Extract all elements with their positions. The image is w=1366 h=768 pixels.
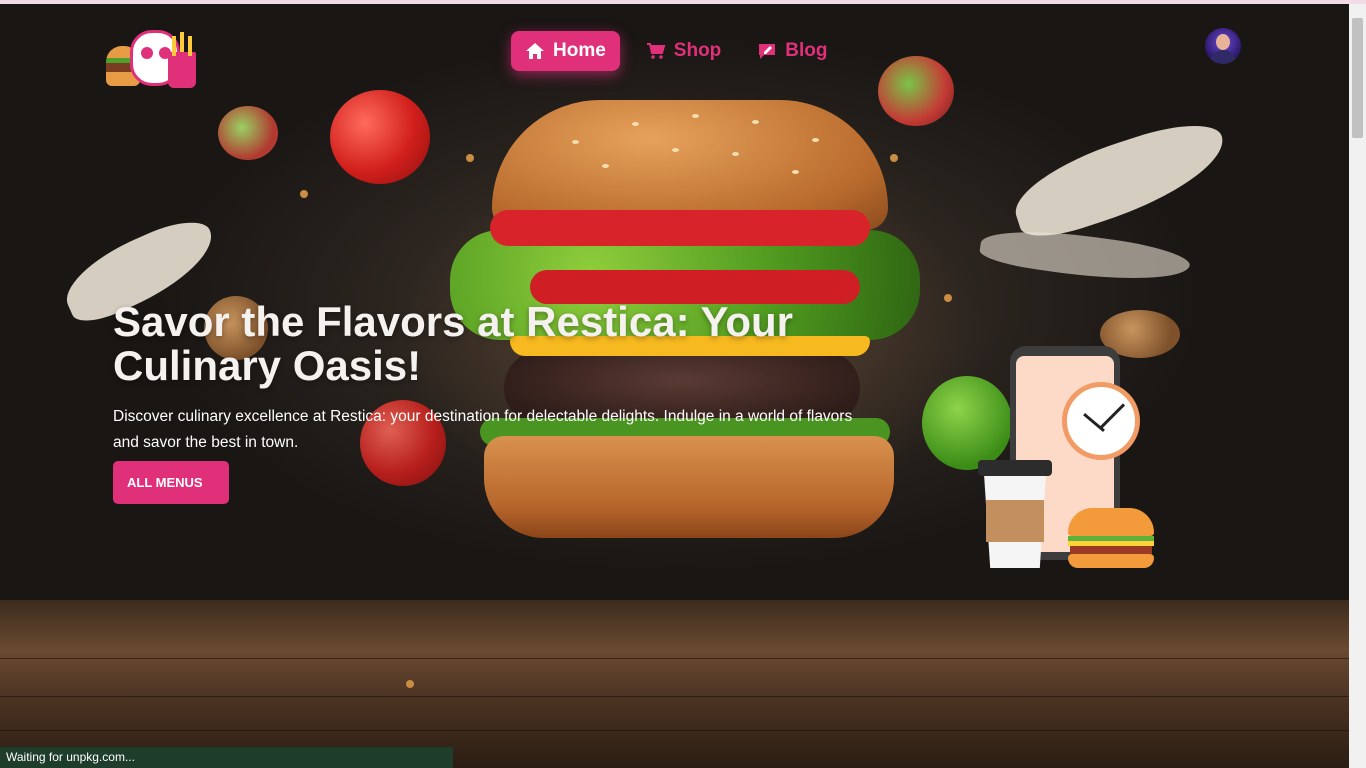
- tomato-decoration: [330, 90, 430, 184]
- coffee-cup-icon: [978, 460, 1052, 568]
- nav-blog-label: Blog: [785, 40, 828, 61]
- home-icon: [526, 43, 544, 59]
- nav-home[interactable]: Home: [511, 31, 620, 71]
- nav-home-label: Home: [553, 40, 606, 61]
- nav-blog[interactable]: Blog: [743, 31, 841, 71]
- nav-shop-label: Shop: [673, 40, 722, 61]
- crumb-decoration: [406, 680, 414, 688]
- user-avatar[interactable]: [1205, 28, 1241, 64]
- vegetable-decoration: [218, 106, 278, 160]
- main-nav: Home Shop Blog: [511, 31, 850, 71]
- table-plank-line: [0, 696, 1349, 697]
- hero-title: Savor the Flavors at Restica: Your Culin…: [113, 298, 794, 389]
- sauce-splash-decoration: [1004, 111, 1236, 247]
- scrollbar-thumb[interactable]: [1352, 18, 1363, 138]
- nav-shop[interactable]: Shop: [632, 31, 736, 71]
- table-plank-line: [0, 730, 1349, 731]
- all-menus-button[interactable]: ALL MENUS: [113, 461, 229, 504]
- hero-description: Discover culinary excellence at Restica:…: [113, 408, 853, 451]
- tomato-layer: [490, 210, 870, 246]
- cart-icon: [646, 43, 666, 59]
- crumb-decoration: [300, 190, 308, 198]
- logo-fries: [168, 32, 196, 88]
- sauce-splash-decoration: [978, 221, 1192, 291]
- clock-icon: [1062, 382, 1140, 460]
- crumb-decoration: [944, 294, 952, 302]
- browser-status-bar: Waiting for unpkg.com...: [0, 747, 453, 768]
- site-logo[interactable]: [106, 22, 198, 88]
- burger-icon: [1068, 508, 1154, 568]
- blog-icon: [759, 44, 776, 59]
- wooden-table-background: [0, 600, 1349, 768]
- hero-section: Home Shop Blog Savor the Flavors at Rest…: [0, 4, 1349, 768]
- table-plank-line: [0, 658, 1349, 659]
